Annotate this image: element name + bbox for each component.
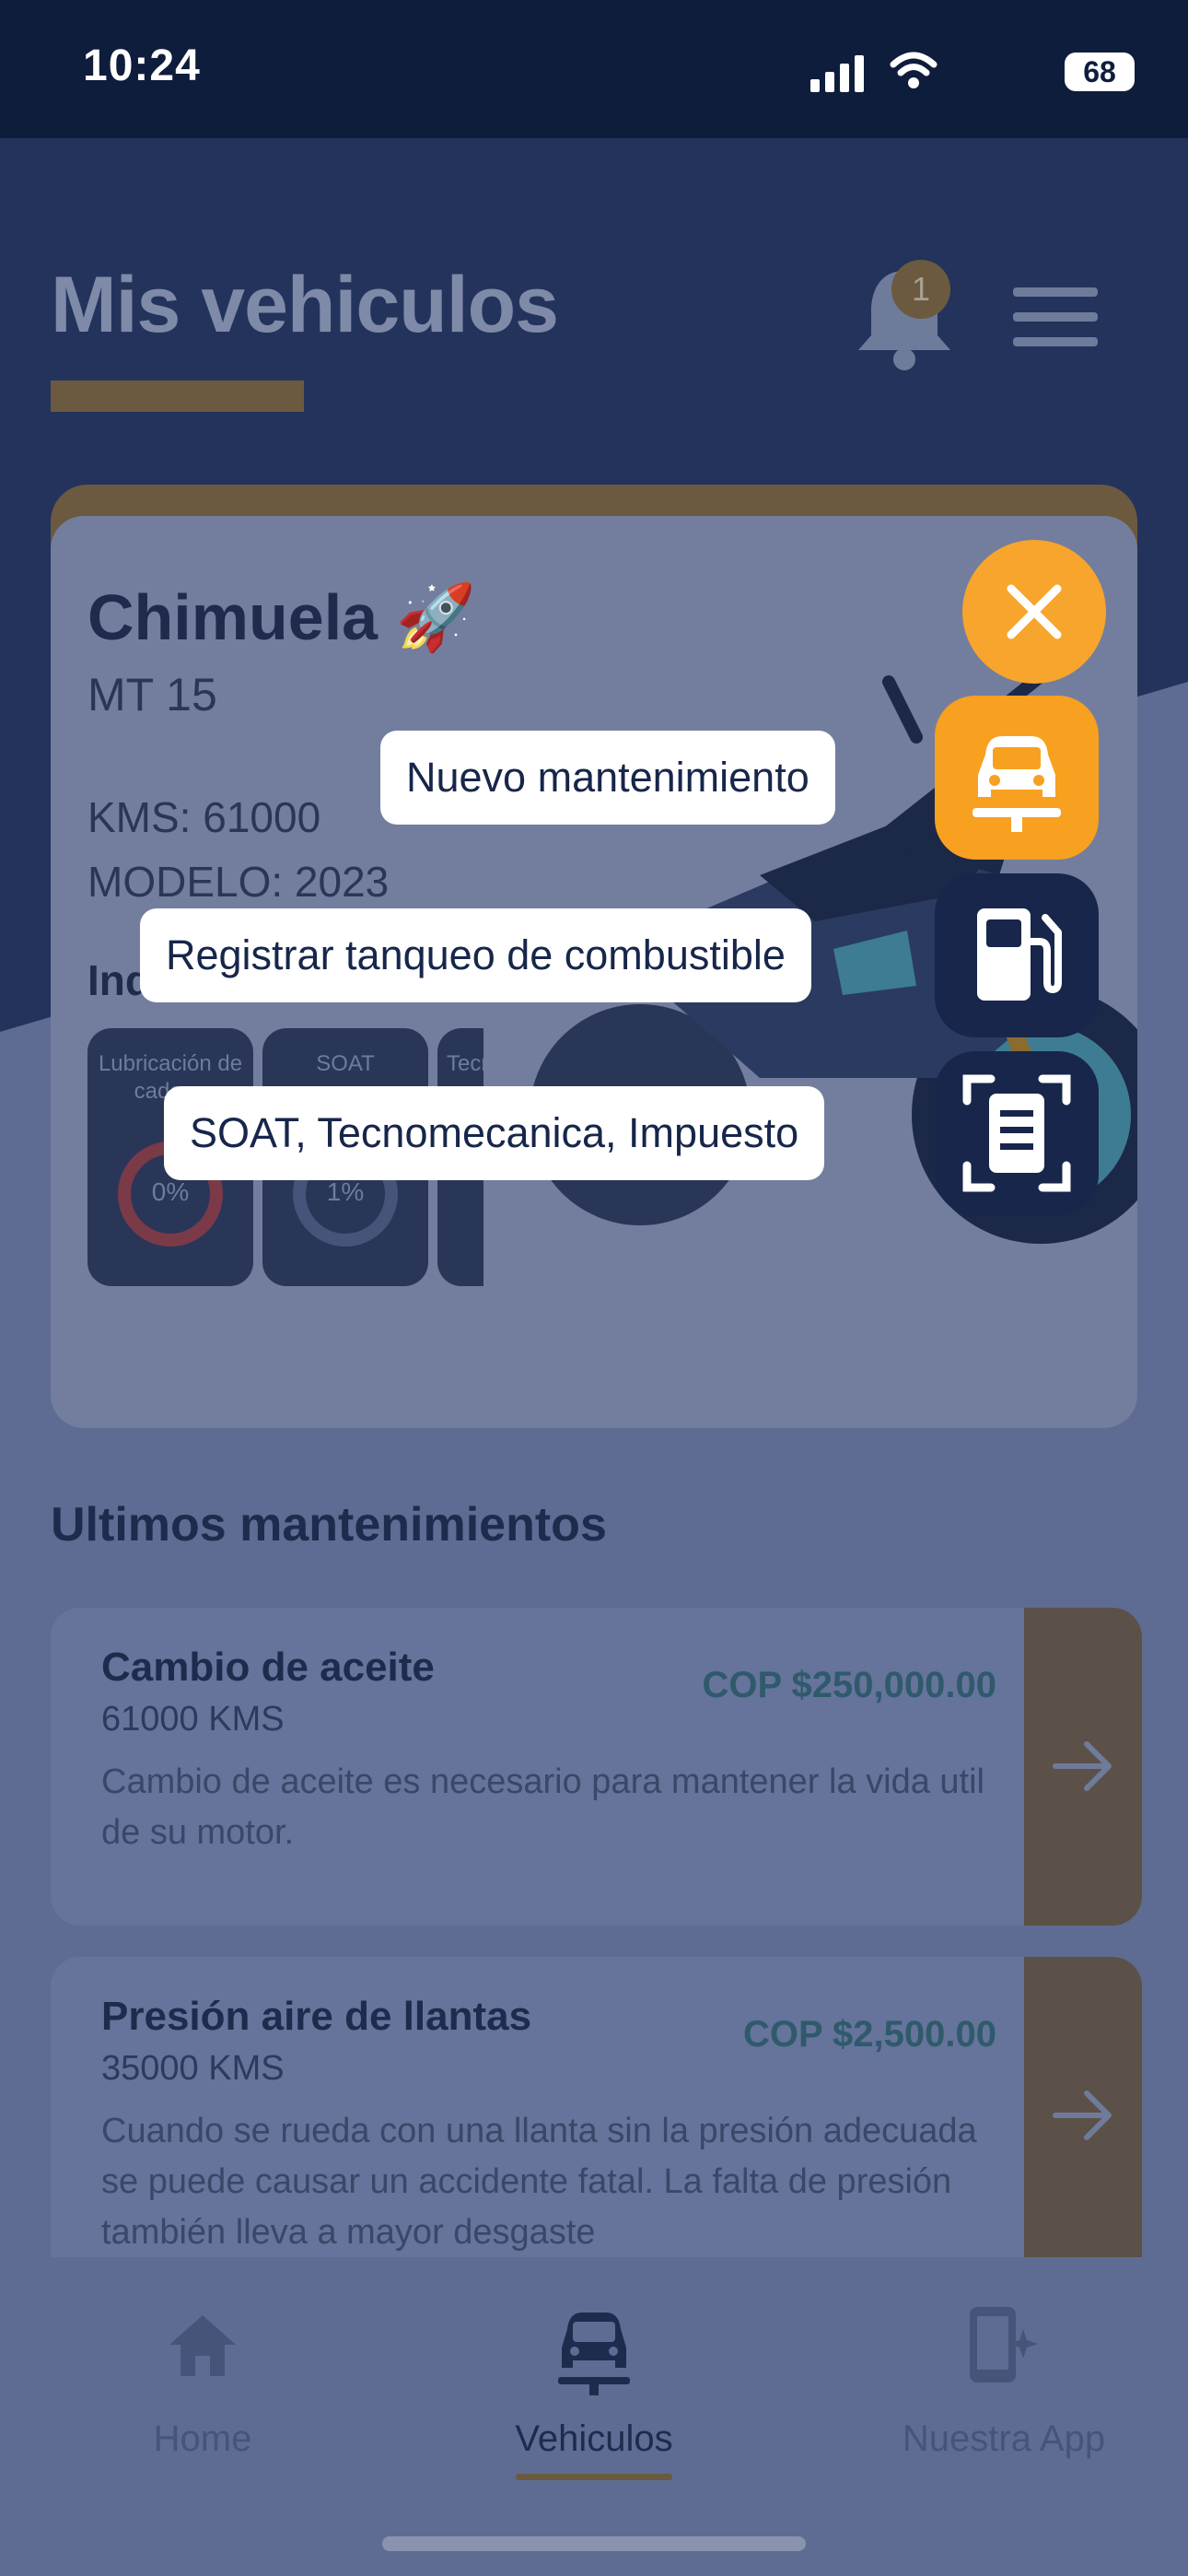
maintenance-description: Cuando se rueda con una llanta sin la pr…: [101, 2112, 977, 2252]
maintenance-price: COP $250,000.00: [702, 1665, 996, 1705]
vehicle-kms: KMS: 61000: [87, 793, 321, 841]
home-icon: [169, 2315, 236, 2376]
fab-close-button[interactable]: [962, 540, 1106, 684]
fab-option-label-maintenance[interactable]: Nuevo mantenimiento: [380, 731, 835, 825]
tab-label: Home: [153, 2418, 252, 2459]
fab-option-label-fuel[interactable]: Registrar tanqueo de combustible: [140, 908, 811, 1002]
hamburger-menu-icon[interactable]: [1013, 287, 1098, 346]
maintenance-title: Cambio de aceite: [101, 1645, 435, 1690]
gauge-label: SOAT: [316, 1051, 375, 1076]
fab-documents-button[interactable]: [935, 1051, 1099, 1215]
fab-fuel-button[interactable]: [935, 873, 1099, 1037]
tab-nuestra-app[interactable]: Nuestra App: [866, 2289, 1142, 2474]
fab-new-maintenance-button[interactable]: [935, 696, 1099, 860]
status-time: 10:24: [83, 41, 201, 90]
notification-badge: 1: [891, 260, 950, 319]
bottom-tab-bar: Home Vehiculos Nuestra App: [0, 2257, 1188, 2576]
arrow-right-icon: [1053, 2090, 1112, 2140]
maintenance-kms: 35000 KMS: [101, 2049, 285, 2088]
close-icon: [1007, 584, 1062, 639]
signal-wifi-icons: [810, 52, 938, 92]
maintenance-price: COP $2,500.00: [742, 2014, 996, 2055]
gauge-value: 0%: [151, 1177, 190, 1206]
battery-indicator: 68: [1065, 53, 1135, 91]
fuel-pump-icon: [977, 908, 1062, 1001]
maintenance-arrow-button[interactable]: [1024, 1608, 1142, 1926]
status-bar: 10:24 68: [0, 0, 1188, 138]
maintenance-title: Presión aire de llantas: [101, 1994, 532, 2039]
vehicle-year: MODELO: 2023: [87, 858, 390, 906]
maintenance-description: Cambio de aceite es necesario para mante…: [101, 1762, 984, 1852]
phone-sparkle-icon: [970, 2307, 1038, 2383]
maintenance-section-title: Ultimos mantenimientos: [51, 1498, 607, 1551]
arrow-right-icon: [1053, 1741, 1112, 1791]
car-lift-icon: [973, 736, 1061, 832]
document-scan-icon: [962, 1074, 1071, 1192]
maintenance-card[interactable]: Cambio de aceite 61000 KMS COP $250,000.…: [51, 1608, 1142, 1926]
vehicle-name: Chimuela 🚀: [87, 581, 476, 653]
home-indicator: [382, 2536, 806, 2551]
fab-option-label-documents[interactable]: SOAT, Tecnomecanica, Impuesto: [164, 1086, 825, 1180]
active-tab-underline: [516, 2474, 672, 2480]
tab-home[interactable]: Home: [111, 2289, 295, 2474]
title-underline: [51, 381, 304, 412]
vehicle-model: MT 15: [87, 669, 217, 720]
page-title: Mis vehiculos: [51, 261, 559, 349]
tab-vehiculos[interactable]: Vehiculos: [488, 2289, 700, 2480]
tab-label: Nuestra App: [902, 2418, 1106, 2459]
gauge-value: 1%: [326, 1177, 365, 1206]
gauge-label: Tecnomecanica: [447, 1051, 483, 1076]
car-icon: [558, 2313, 630, 2395]
tab-label: Vehiculos: [515, 2418, 673, 2459]
maintenance-kms: 61000 KMS: [101, 1700, 285, 1739]
